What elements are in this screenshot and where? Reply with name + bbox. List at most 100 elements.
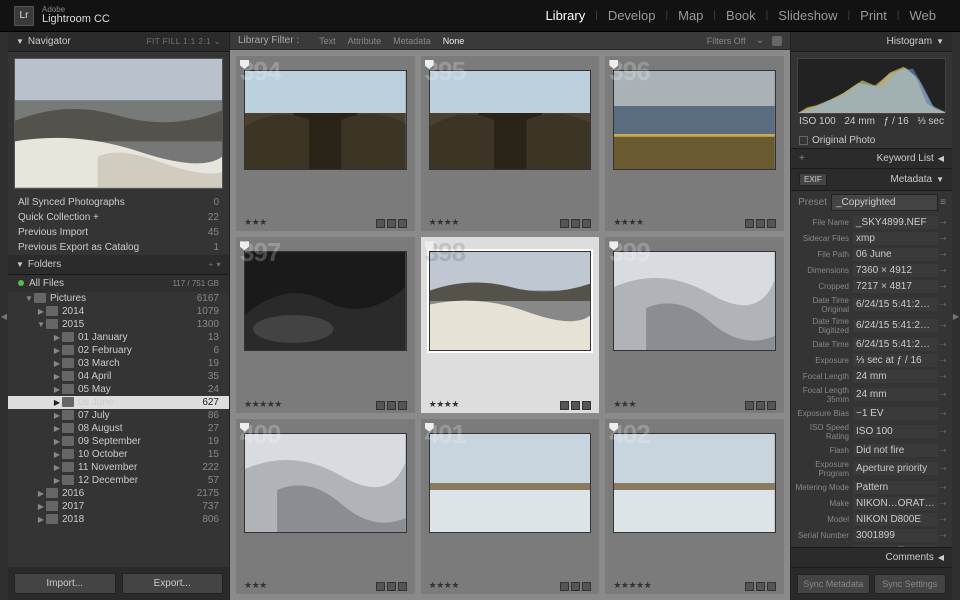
meta-value[interactable]: 6/24/15 5:41:24 PM xyxy=(853,319,938,332)
rating-stars[interactable]: ★★★ xyxy=(244,217,267,228)
preset-menu-icon[interactable]: ≡ xyxy=(938,197,948,208)
rating-stars[interactable]: ★★★★ xyxy=(429,580,459,591)
folder-item[interactable]: ▶20162175 xyxy=(8,487,229,500)
meta-action-icon[interactable]: ⇢ xyxy=(938,282,948,291)
module-map[interactable]: Map xyxy=(668,8,713,23)
meta-value[interactable]: 6/24/15 5:41:24 PM xyxy=(853,338,938,351)
thumbnail-cell[interactable]: 395 ★★★★ xyxy=(421,56,600,231)
comments-header[interactable]: Comments ◀ xyxy=(791,547,952,568)
filter-dropdown-icon[interactable]: ⌄ xyxy=(756,35,764,46)
meta-action-icon[interactable]: ⇢ xyxy=(938,515,948,524)
meta-value[interactable]: Did not fire xyxy=(853,444,938,457)
meta-value[interactable]: 6/24/15 5:41:24 … xyxy=(853,298,938,311)
meta-value[interactable]: 7217 × 4817 xyxy=(853,280,938,293)
meta-action-icon[interactable]: ⇢ xyxy=(938,409,948,418)
thumbnail-cell[interactable]: 401 ★★★★ xyxy=(421,419,600,594)
meta-value[interactable]: 7360 × 4912 xyxy=(853,264,938,277)
folder-item[interactable]: ▶02 February6 xyxy=(8,344,229,357)
catalog-item[interactable]: All Synced Photographs0 xyxy=(8,195,229,210)
thumbnail-cell[interactable]: 399 ★★★ xyxy=(605,237,784,412)
right-edge-expand[interactable]: ▶ xyxy=(952,32,960,600)
keyword-header[interactable]: + Keyword List ◀ xyxy=(791,148,952,169)
meta-value[interactable]: xmp xyxy=(853,232,938,245)
meta-action-icon[interactable]: ⇢ xyxy=(938,499,948,508)
module-print[interactable]: Print xyxy=(850,8,897,23)
module-web[interactable]: Web xyxy=(900,8,947,23)
catalog-item[interactable]: Previous Export as Catalog1 xyxy=(8,240,229,255)
module-library[interactable]: Library xyxy=(535,8,595,23)
meta-action-icon[interactable]: ⇢ xyxy=(938,531,948,540)
meta-action-icon[interactable]: ⇢ xyxy=(938,250,948,259)
filters-off-toggle[interactable]: Filters Off xyxy=(701,34,752,48)
original-photo-toggle[interactable]: Original Photo xyxy=(791,133,952,148)
meta-action-icon[interactable]: ⇢ xyxy=(938,483,948,492)
meta-action-icon[interactable]: ⇢ xyxy=(938,446,948,455)
sync-settings-button[interactable]: Sync Settings xyxy=(874,574,947,594)
module-slideshow[interactable]: Slideshow xyxy=(768,8,847,23)
filter-tab-metadata[interactable]: Metadata xyxy=(387,34,437,48)
folder-item[interactable]: ▶2017737 xyxy=(8,500,229,513)
meta-value[interactable]: Aperture priority xyxy=(853,462,938,475)
meta-value[interactable]: 24 mm xyxy=(853,388,938,401)
folder-item[interactable]: ▶09 September19 xyxy=(8,435,229,448)
navigator-preview[interactable] xyxy=(8,52,229,195)
meta-action-icon[interactable]: ⇢ xyxy=(938,340,948,349)
folder-item[interactable]: ▼Pictures6167 xyxy=(8,292,229,305)
meta-value[interactable]: _SKY4899.NEF xyxy=(853,216,938,229)
meta-action-icon[interactable]: ⇢ xyxy=(938,321,948,330)
thumbnail-cell[interactable]: 396 ★★★★ xyxy=(605,56,784,231)
metadata-header[interactable]: EXIF Metadata ▼ xyxy=(791,169,952,191)
meta-value[interactable]: 06 June xyxy=(853,248,938,261)
meta-action-icon[interactable]: ⇢ xyxy=(938,218,948,227)
meta-action-icon[interactable]: ⇢ xyxy=(938,390,948,399)
checkbox-icon[interactable] xyxy=(799,136,808,145)
folder-item[interactable]: ▶12 December57 xyxy=(8,474,229,487)
metadata-mode[interactable]: EXIF xyxy=(799,173,827,186)
folder-item[interactable]: ▶07 July86 xyxy=(8,409,229,422)
thumbnail-cell[interactable]: 394 ★★★ xyxy=(236,56,415,231)
folder-item[interactable]: ▶20141079 xyxy=(8,305,229,318)
folder-item[interactable]: ▶04 April35 xyxy=(8,370,229,383)
rating-stars[interactable]: ★★★★★ xyxy=(613,580,651,591)
volume-row[interactable]: All Files 117 / 751 GB xyxy=(8,275,229,292)
meta-value[interactable]: 3001899 xyxy=(853,529,938,542)
folder-item[interactable]: ▶03 March19 xyxy=(8,357,229,370)
meta-value[interactable]: NIKON…ORATION xyxy=(853,497,938,510)
thumbnail-cell[interactable]: 402 ★★★★★ xyxy=(605,419,784,594)
filter-tab-attribute[interactable]: Attribute xyxy=(342,34,388,48)
rating-stars[interactable]: ★★★★★ xyxy=(244,399,282,410)
plus-icon[interactable]: + xyxy=(799,153,805,164)
meta-value[interactable]: −1 EV xyxy=(853,407,938,420)
left-edge-expand[interactable]: ◀ xyxy=(0,32,8,600)
thumbnail-cell[interactable]: 398 ★★★★ xyxy=(421,237,600,412)
folder-item[interactable]: ▶2018806 xyxy=(8,513,229,526)
module-develop[interactable]: Develop xyxy=(598,8,666,23)
filter-tab-text[interactable]: Text xyxy=(313,34,342,48)
folder-item[interactable]: ▶05 May24 xyxy=(8,383,229,396)
folder-item[interactable]: ▶01 January13 xyxy=(8,331,229,344)
meta-value[interactable]: 24 mm xyxy=(853,370,938,383)
meta-value[interactable]: NIKON D800E xyxy=(853,513,938,526)
thumbnail-cell[interactable]: 400 ★★★ xyxy=(236,419,415,594)
folder-item[interactable]: ▶11 November222 xyxy=(8,461,229,474)
import-button[interactable]: Import... xyxy=(14,573,116,594)
catalog-item[interactable]: Quick Collection +22 xyxy=(8,210,229,225)
rating-stars[interactable]: ★★★★ xyxy=(429,399,459,410)
rating-stars[interactable]: ★★★ xyxy=(244,580,267,591)
thumbnail-cell[interactable]: 397 ★★★★★ xyxy=(236,237,415,412)
meta-action-icon[interactable]: ⇢ xyxy=(938,427,948,436)
meta-action-icon[interactable]: ⇢ xyxy=(938,300,948,309)
folders-opts-icon[interactable]: + ▾ xyxy=(209,260,221,269)
meta-action-icon[interactable]: ⇢ xyxy=(938,372,948,381)
thumbnail-grid[interactable]: 394 ★★★ 395 ★★★★ 396 ★★★★ 397 ★★★★★ 398 … xyxy=(230,50,790,600)
folder-item[interactable]: ▶08 August27 xyxy=(8,422,229,435)
meta-value[interactable]: ISO 100 xyxy=(853,425,938,438)
preset-value[interactable]: _Copyrighted xyxy=(831,194,938,211)
catalog-item[interactable]: Previous Import45 xyxy=(8,225,229,240)
navigator-zoom-opts[interactable]: FIT FILL 1:1 2:1 ⌄ xyxy=(147,37,221,46)
meta-action-icon[interactable]: ⇢ xyxy=(938,266,948,275)
sync-metadata-button[interactable]: Sync Metadata xyxy=(797,574,870,594)
folder-item[interactable]: ▶06 June627 xyxy=(8,396,229,409)
meta-value[interactable]: ⅓ sec at ƒ / 16 xyxy=(853,354,938,367)
filter-lock-icon[interactable] xyxy=(772,36,782,46)
